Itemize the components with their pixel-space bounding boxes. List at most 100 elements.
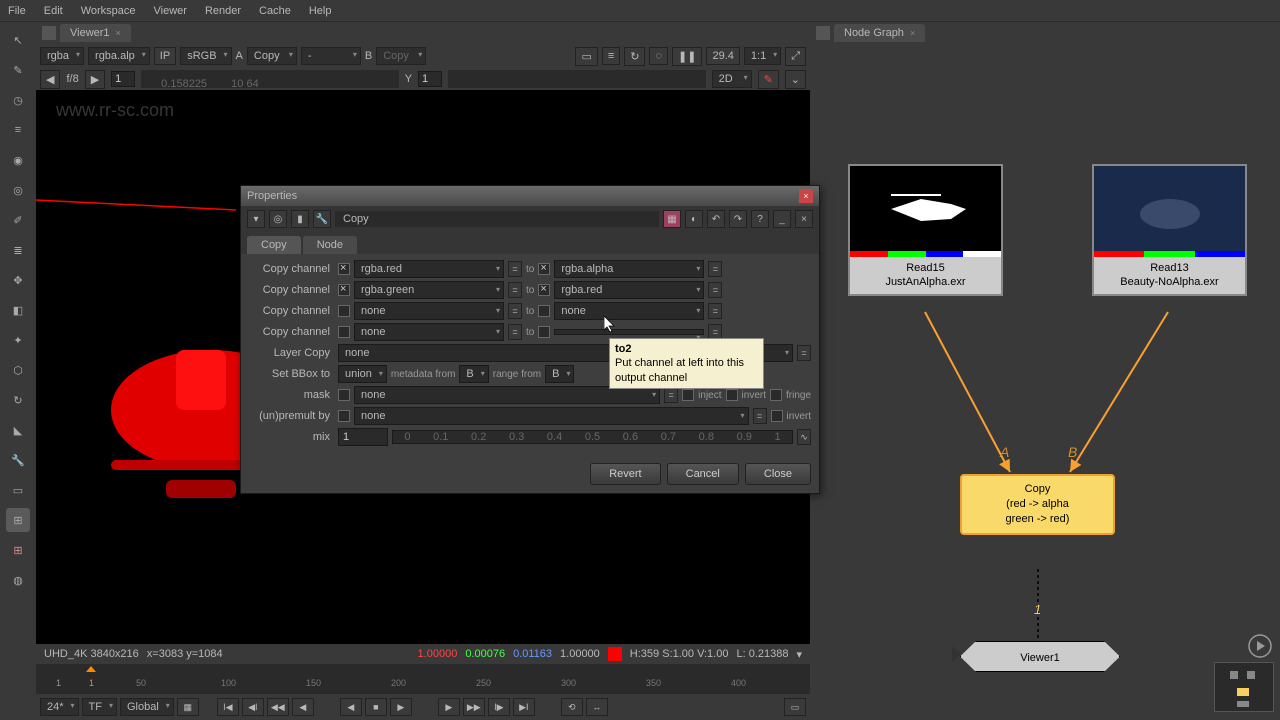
invert2-checkbox[interactable] [771,410,783,422]
cancel-button[interactable]: Cancel [667,463,739,485]
tool-cursor[interactable]: ↖ [6,28,30,52]
channel-select[interactable]: rgba [40,47,84,65]
tool-wrench[interactable]: 🔧 [6,448,30,472]
ip-button[interactable]: IP [154,47,176,65]
unpremult-select[interactable]: none [354,407,749,425]
tool-grid[interactable]: ⊞ [6,508,30,532]
unpremult-checkbox[interactable] [338,410,350,422]
redo-icon[interactable]: ↷ [729,210,747,228]
anim-button[interactable]: = [708,282,722,298]
tool-grid2[interactable]: ⊞ [6,538,30,562]
help-icon[interactable]: ? [751,210,769,228]
tool-lines[interactable]: ≡ [6,118,30,142]
tool-move[interactable]: ✥ [6,268,30,292]
lines-button[interactable]: ≡ [602,47,620,65]
anim-button[interactable]: = [508,282,522,298]
a-dash[interactable]: - [301,47,361,65]
menu-cache[interactable]: Cache [259,5,291,17]
close-icon[interactable]: × [116,28,121,38]
from-channel-select[interactable]: none [354,302,504,320]
tool-rotate[interactable]: ↻ [6,388,30,412]
mix-input[interactable] [338,428,388,446]
enable-checkbox[interactable] [538,284,550,296]
enable-checkbox[interactable] [538,326,550,338]
tab-copy[interactable]: Copy [247,236,301,254]
panel-icon[interactable] [42,26,56,40]
menu-render[interactable]: Render [205,5,241,17]
node-read13[interactable]: Read13 Beauty-NoAlpha.exr [1092,164,1247,296]
menu-viewer[interactable]: Viewer [154,5,187,17]
mask-checkbox[interactable] [338,389,350,401]
invert-checkbox[interactable] [726,389,738,401]
close-icon[interactable]: × [799,189,813,203]
y-input[interactable] [418,71,442,87]
chevron-down-icon[interactable]: ▾ [247,210,265,228]
fps-display[interactable]: 29.4 [706,47,739,65]
enable-checkbox[interactable] [338,284,350,296]
tc-next-key[interactable]: I▶ [488,698,510,716]
node-read15[interactable]: Read15 JustAnAlpha.exr [848,164,1003,296]
tc-loop[interactable]: ⟲ [561,698,583,716]
chevron-button[interactable]: ⌄ [785,70,806,89]
color-icon[interactable]: ▦ [663,210,681,228]
from-channel-select[interactable]: rgba.red [354,260,504,278]
zoom-select[interactable]: 1:1 [744,47,781,65]
from-channel-select[interactable]: rgba.green [354,281,504,299]
tc-step-back[interactable]: ◀◀ [267,698,289,716]
pause-button[interactable]: ❚❚ [672,47,702,66]
tc-frame[interactable]: ▭ [784,698,806,716]
dialog-titlebar[interactable]: Properties × [241,186,819,206]
navigator[interactable] [1214,662,1274,712]
tool-sphere[interactable]: ◉ [6,148,30,172]
tool-cube[interactable]: ◧ [6,298,30,322]
menu-workspace[interactable]: Workspace [81,5,136,17]
bbox-select[interactable]: union [338,365,387,383]
x-ruler[interactable]: 0.158225 10 64 [141,70,399,88]
anim-button[interactable]: = [508,324,522,340]
tc-play-back[interactable]: ◀ [340,698,362,716]
tc-first[interactable]: I◀ [217,698,239,716]
anim-button[interactable]: = [753,408,767,424]
node-viewer1[interactable]: Viewer1 [960,641,1120,672]
enable-checkbox[interactable] [338,305,350,317]
menu-file[interactable]: File [8,5,26,17]
anim-button[interactable]: = [797,345,811,361]
inject-checkbox[interactable] [682,389,694,401]
play-overlay-icon[interactable] [1248,634,1272,658]
tab-viewer1[interactable]: Viewer1 × [60,24,131,42]
wrench-icon[interactable]: 🔧 [313,210,331,228]
close-icon[interactable]: × [910,28,915,38]
a-node-select[interactable]: Copy [247,47,297,65]
alpha-select[interactable]: rgba.alp [88,47,150,65]
contrast-icon[interactable]: ◐ [685,210,703,228]
lock-icon[interactable]: ▮ [291,210,309,228]
global-select[interactable]: Global [120,698,174,716]
node-copy[interactable]: Copy (red -> alpha green -> red) [960,474,1115,535]
tc-stop[interactable]: ■ [365,698,387,716]
tool-tag[interactable]: ◣ [6,418,30,442]
refresh-button[interactable]: ↻ [624,47,645,66]
tc-play[interactable]: ▶ [390,698,412,716]
view-mode[interactable]: 2D [712,70,752,88]
tool-draw[interactable]: ✎ [6,58,30,82]
close-button[interactable]: Close [745,463,811,485]
to-channel-select[interactable]: none [554,302,704,320]
tc-bounce[interactable]: ↔ [586,698,608,716]
target-icon[interactable]: ◎ [269,210,287,228]
timeline[interactable]: 1 1 50 100 150 200 250 300 350 400 [36,664,810,694]
tab-nodegraph[interactable]: Node Graph × [834,24,925,42]
menu-help[interactable]: Help [309,5,332,17]
tool-misc[interactable]: ◍ [6,568,30,592]
tool-edit[interactable]: ✐ [6,208,30,232]
curve-button[interactable]: ∿ [797,429,811,445]
b-node-select[interactable]: Copy [376,47,426,65]
tc-prev[interactable]: ◀ [292,698,314,716]
node-canvas[interactable]: Read15 JustAnAlpha.exr Read13 Beauty-NoA… [810,44,1280,720]
anim-button[interactable]: = [508,303,522,319]
anim-button[interactable]: = [508,261,522,277]
undo-icon[interactable]: ↶ [707,210,725,228]
tool-star[interactable]: ✦ [6,328,30,352]
loop-button[interactable]: ◌ [649,47,668,65]
tool-time[interactable]: ◷ [6,88,30,112]
tf-select[interactable]: TF [82,698,117,716]
